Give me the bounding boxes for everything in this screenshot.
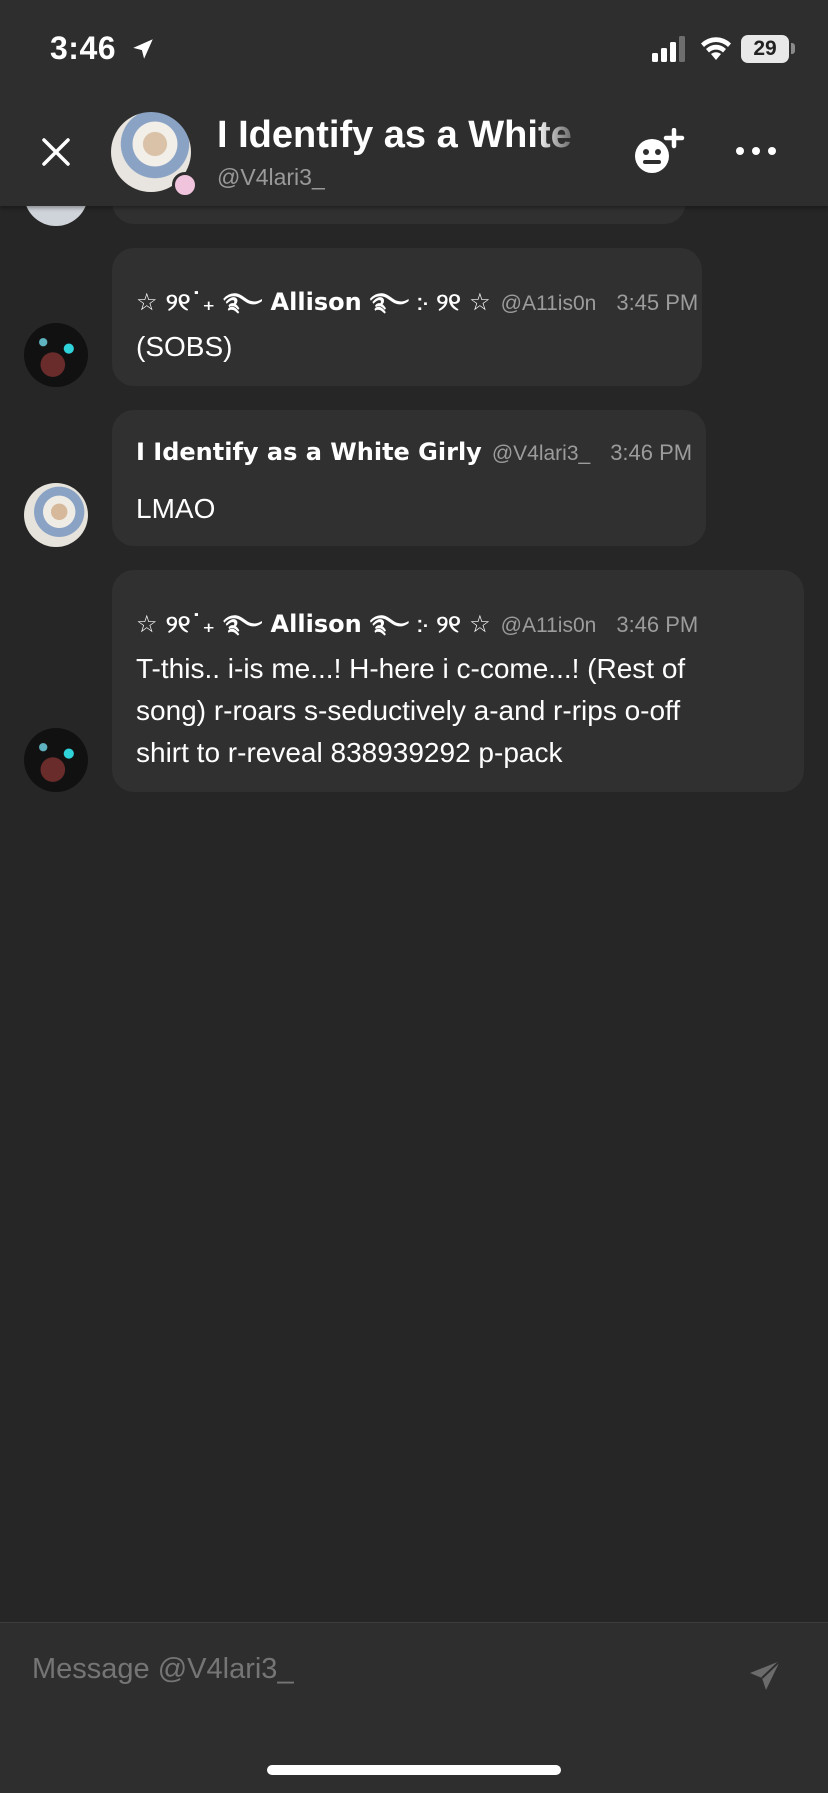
avatar-allison[interactable] <box>24 323 88 387</box>
add-friend-icon[interactable] <box>632 128 686 176</box>
message-time: 3:45 PM <box>616 290 699 315</box>
message-handle: @V4lari3_ <box>491 442 591 465</box>
message-bubble[interactable]: I Identify as a White Girly @V4lari3_ 3:… <box>112 410 706 546</box>
message-author[interactable]: I Identify as a White Girly <box>136 438 482 466</box>
message-line: song) r-roars s-seductively a-and r-rips… <box>136 695 681 726</box>
message-handle: @A11is0n <box>500 614 597 637</box>
message-text: (SOBS) <box>136 326 232 368</box>
message-line: T-this.. i-is me...! H-here i c-come...!… <box>136 653 686 684</box>
message-line: LMAO <box>136 493 216 524</box>
battery-tip <box>791 43 795 54</box>
message-time: 3:46 PM <box>616 612 699 637</box>
message-bubble[interactable]: ☆ ୨୧˙₊ ࿐ Allison ࿐ ჻ ୨୧ ☆ @A11is0n 3:46 … <box>112 570 804 792</box>
message-header: I Identify as a White Girly @V4lari3_ 3:… <box>136 438 692 466</box>
message-line: (SOBS) <box>136 331 233 362</box>
cellular-signal-icon <box>652 36 685 62</box>
top-bar: 3:46 29 I Identify as a White @V4lari3_ <box>0 0 828 206</box>
wifi-icon <box>701 37 731 60</box>
send-icon[interactable] <box>748 1659 782 1693</box>
status-time: 3:46 <box>50 30 117 66</box>
location-arrow-icon <box>133 39 153 59</box>
battery-level: 29 <box>753 37 777 60</box>
message-input[interactable] <box>32 1653 732 1686</box>
message-text: LMAO <box>136 488 215 530</box>
avatar-v4lari3[interactable] <box>24 483 88 547</box>
message-time: 3:46 PM <box>610 440 693 465</box>
header-title[interactable]: I Identify as a White <box>217 114 587 157</box>
home-indicator <box>267 1765 561 1775</box>
message-line: shirt to r-reveal 838939292 p-pack <box>136 737 563 768</box>
avatar-allison[interactable] <box>24 728 88 792</box>
close-icon[interactable] <box>36 132 76 172</box>
message-handle: @A11is0n <box>500 292 597 315</box>
message-bubble[interactable]: ☆ ୨୧˙₊ ࿐ Allison ࿐ ჻ ୨୧ ☆ @A11is0n 3:45 … <box>112 248 702 386</box>
more-icon[interactable] <box>735 142 777 160</box>
message-text: T-this.. i-is me...! H-here i c-come...!… <box>136 648 685 774</box>
battery-icon: 29 <box>741 35 789 63</box>
header-username[interactable]: @V4lari3_ <box>217 164 325 191</box>
presence-dot <box>172 172 198 198</box>
